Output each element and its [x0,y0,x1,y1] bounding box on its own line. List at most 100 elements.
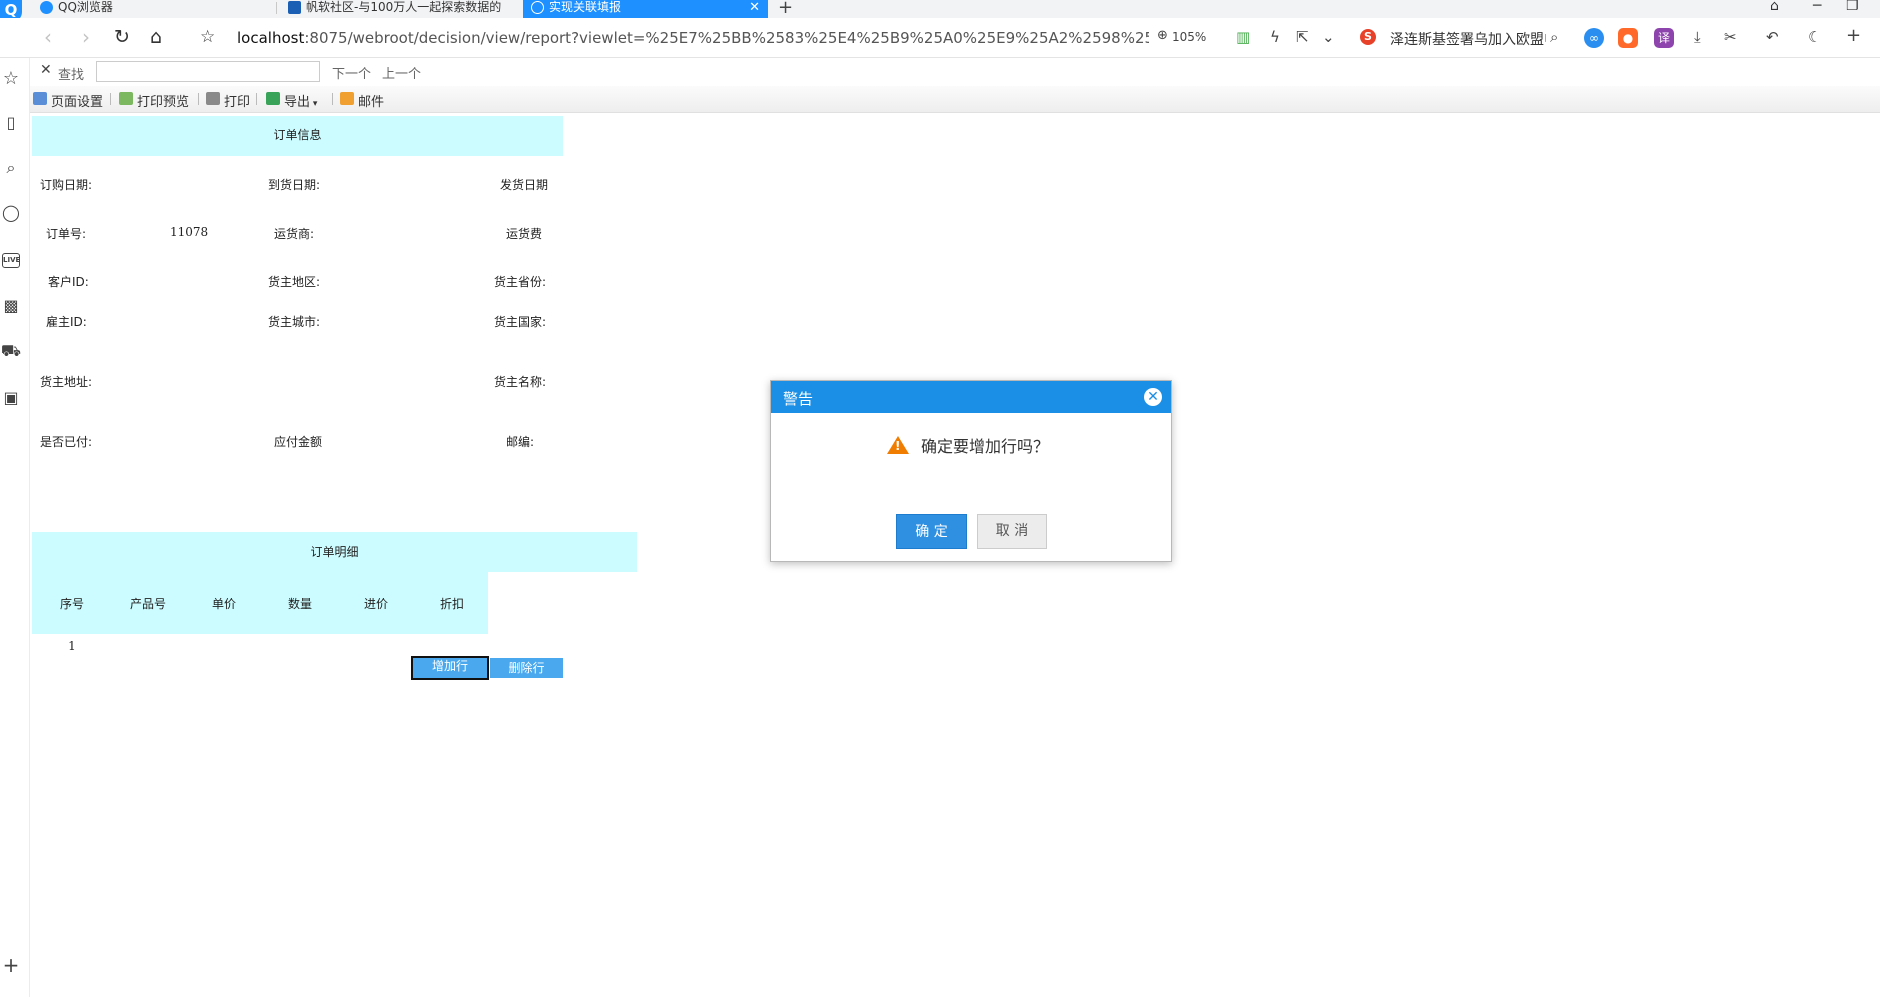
shipper-label: 运货商: [274,227,315,241]
favorites-star-icon[interactable]: ☆ [0,68,22,89]
cancel-button[interactable]: 取 消 [977,514,1047,549]
mail-label: 邮件 [358,95,385,110]
print-button[interactable]: 打印 [206,91,250,110]
export-label: 导出 [284,95,311,110]
add-row-button[interactable]: 增加行 [411,656,489,680]
sidebar-add-icon[interactable]: + [0,953,22,977]
cart-icon[interactable]: ⛟ [0,341,22,362]
browser-sidebar: ☆ ▯ ⌕ ◯ LIVE ▩ ⛟ ▣ + [0,58,30,997]
chevron-down-icon: ▾ [310,99,318,109]
printer-icon [206,92,220,105]
home-icon[interactable]: ⌂ [150,26,162,48]
search-icon[interactable]: ⌕ [0,158,22,178]
owner-province-label: 货主省份: [494,275,547,289]
add-icon[interactable]: + [1846,25,1861,46]
export-button[interactable]: 导出 ▾ [266,91,317,110]
table-row-seq-cell[interactable]: 1 [42,639,102,653]
order-date-label: 订购日期: [40,178,93,192]
print-label: 打印 [224,95,251,110]
owner-name-label: 货主名称: [494,375,547,389]
find-next-button[interactable]: 下一个 [332,63,371,82]
tab-active-report[interactable]: 实现关联填报 ✕ [523,0,768,18]
warning-dialog: 警告 ✕ ! 确定要增加行吗？ 确 定 取 消 [770,380,1172,562]
find-close-icon[interactable]: ✕ [40,62,52,78]
tab-label: 帆软社区-与100万人一起探索数据的 [306,0,502,14]
warning-exclamation-icon: ! [895,439,901,453]
tab-divider [276,2,277,14]
chat-bubble-icon[interactable]: ◯ [0,203,22,222]
qq-tab-icon [40,1,53,14]
order-no-value[interactable]: 11078 [170,225,208,239]
forward-icon[interactable]: › [82,26,90,48]
page-setup-label: 页面设置 [51,95,104,110]
bookmark-star-icon[interactable]: ☆ [200,26,215,48]
detail-col-product: 产品号 [129,597,166,611]
detail-col-price: 单价 [211,597,236,611]
globe-icon [531,1,544,14]
news-ticker[interactable]: 泽连斯基签署乌加入欧盟申 [1390,29,1546,49]
minimize-icon[interactable]: ─ [1813,0,1821,14]
zoom-level[interactable]: 105% [1172,30,1206,44]
sogou-search-icon[interactable]: S [1360,29,1376,45]
reload-icon[interactable]: ↻ [114,26,130,48]
fanruan-tab-icon [288,1,301,14]
url-path: :8075/webroot/decision/view/report?viewl… [304,29,1149,47]
page-setup-button[interactable]: 页面设置 [33,91,103,110]
book-icon[interactable]: ▯ [0,113,22,132]
night-mode-icon[interactable]: ☾ [1808,28,1821,46]
browser-tab-bar: Q QQ浏览器 帆软社区-与100万人一起探索数据的 实现关联填报 ✕ + ⌂ … [0,0,1880,22]
apps-icon[interactable]: ▩ [0,296,22,315]
infinity-ext-icon[interactable]: ∞ [1584,28,1604,48]
new-tab-plus-icon[interactable]: + [778,0,793,18]
owner-address-label: 货主地址: [40,375,93,389]
print-preview-button[interactable]: 打印预览 [119,91,189,110]
owner-country-label: 货主国家: [494,315,547,329]
dialog-close-icon[interactable]: ✕ [1144,388,1162,406]
restore-icon[interactable]: ❐ [1846,0,1859,14]
freight-label: 运货费 [506,227,543,241]
find-prev-button[interactable]: 上一个 [382,63,421,82]
share-icon[interactable]: ⇱ [1296,28,1309,46]
url-field[interactable]: localhost:8075/webroot/decision/view/rep… [237,29,1149,47]
translate-ext-icon[interactable]: 译 [1654,28,1674,48]
back-icon[interactable]: ‹ [44,26,52,48]
find-label: 查找 [58,68,85,83]
employer-id-label: 雇主ID: [46,315,87,329]
mail-icon [340,92,354,105]
news-ticker-text: 泽连斯基签署乌加入欧盟申 [1390,32,1546,48]
customer-id-label: 客户ID: [48,275,89,289]
tab-qq-browser[interactable]: QQ浏览器 [32,0,272,18]
order-info-title: 订单信息 [273,128,322,142]
search-icon[interactable]: ⌕ [1550,28,1558,46]
lightning-icon[interactable]: ϟ [1270,28,1280,46]
find-bar: ✕ 查找 下一个 上一个 [30,58,1880,86]
confirm-button[interactable]: 确 定 [896,514,967,549]
tab-fanruan-community[interactable]: 帆软社区-与100万人一起探索数据的 [280,0,522,18]
detail-col-discount: 折扣 [439,597,464,611]
dialog-message: 确定要增加行吗？ [921,437,1050,456]
page-setup-icon [33,92,47,105]
toolbar-divider [198,93,199,105]
toolbar-divider [256,93,257,105]
chevron-down-icon[interactable]: ⌄ [1322,28,1335,46]
translate-icon[interactable]: ▣ [0,388,22,407]
tab-close-icon[interactable]: ✕ [749,1,760,14]
pin-icon[interactable]: ⌂ [1770,0,1779,14]
print-preview-icon [119,92,133,105]
detail-col-qty: 数量 [287,597,312,611]
undo-icon[interactable]: ↶ [1766,28,1779,46]
toolbar-divider [110,93,111,105]
owner-city-label: 货主城市: [268,315,321,329]
download-icon[interactable]: ⤓ [1694,28,1701,46]
live-icon[interactable]: LIVE [2,253,20,268]
find-input[interactable] [96,61,320,82]
postcode-label: 邮编: [506,435,535,449]
reader-icon[interactable]: ▥ [1236,28,1250,46]
game-ext-icon[interactable]: ● [1618,28,1638,48]
toolbar-divider [332,93,333,105]
mail-button[interactable]: 邮件 [340,91,384,110]
zoom-icon[interactable]: ⊕ [1157,28,1168,43]
url-host: localhost [237,29,305,47]
delete-row-button[interactable]: 删除行 [490,658,563,678]
scissors-icon[interactable]: ✂ [1724,28,1737,46]
